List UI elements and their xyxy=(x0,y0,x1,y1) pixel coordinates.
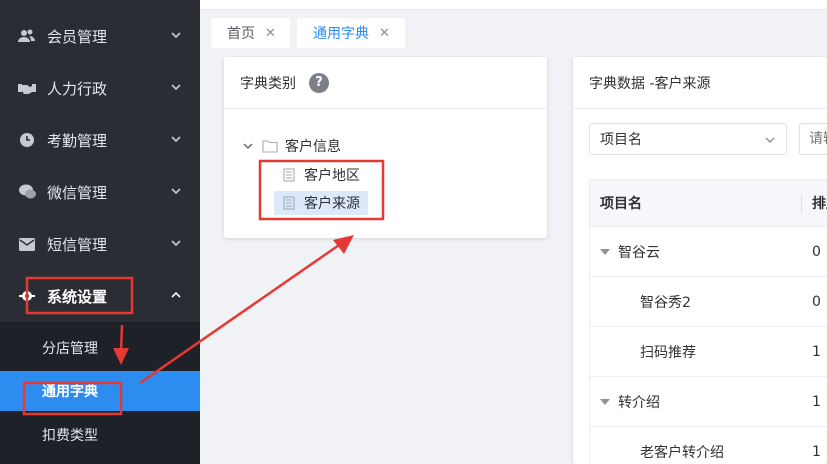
chevron-down-icon xyxy=(764,134,776,146)
dictionary-category-panel: 字典类别 ? 客户信息 客户地区 客户来源 xyxy=(224,57,547,238)
table-header: 项目名 排序 xyxy=(589,179,827,227)
sidebar-item-sms[interactable]: 短信管理 xyxy=(0,218,200,270)
system-settings-submenu: 分店管理 通用字典 扣费类型 xyxy=(0,322,200,464)
tree-node-label: 客户地区 xyxy=(304,168,360,184)
select-value: 项目名 xyxy=(600,132,642,148)
cell-order: 0 xyxy=(812,293,821,310)
gear-icon xyxy=(18,287,36,305)
tab-label: 首页 xyxy=(227,26,255,42)
sidebar-item-attendance[interactable]: 考勤管理 xyxy=(0,114,200,166)
caret-down-icon[interactable] xyxy=(600,248,610,256)
cell-name: 智谷云 xyxy=(618,244,660,261)
sidebar: 会员管理 人力行政 考勤管理 微信管理 短信管理 系统设置 分店管理 通用字典 … xyxy=(0,0,200,464)
tree-node-customer-region[interactable]: 客户地区 xyxy=(282,165,360,185)
folder-icon xyxy=(262,139,278,153)
tree-node-customer-source[interactable]: 客户来源 xyxy=(274,191,368,215)
submenu-item-general-dictionary[interactable]: 通用字典 xyxy=(0,371,200,411)
chevron-down-icon xyxy=(170,237,182,249)
cell-order: 1 xyxy=(812,393,821,410)
sidebar-item-label: 微信管理 xyxy=(47,183,108,202)
column-header-order[interactable]: 排序 xyxy=(812,193,827,213)
sidebar-item-label: 人力行政 xyxy=(47,79,108,98)
submenu-item-branch[interactable]: 分店管理 xyxy=(0,328,200,368)
chevron-down-icon xyxy=(170,185,182,197)
table-row[interactable]: 智谷秀2 0 xyxy=(589,277,827,327)
help-icon[interactable]: ? xyxy=(309,72,329,93)
column-divider xyxy=(801,194,802,214)
submenu-item-fee-type[interactable]: 扣费类型 xyxy=(0,415,200,455)
tree-node-label: 客户来源 xyxy=(304,196,360,212)
table-row[interactable]: 扫码推荐 1 xyxy=(589,327,827,377)
clock-icon xyxy=(18,131,36,149)
sidebar-item-label: 考勤管理 xyxy=(47,131,108,150)
cell-order: 0 xyxy=(812,243,821,260)
users-icon xyxy=(18,27,36,45)
sidebar-item-label: 系统设置 xyxy=(47,287,108,306)
cell-name: 扫码推荐 xyxy=(640,344,696,361)
filter-field-select[interactable]: 项目名 xyxy=(589,123,787,155)
table-row[interactable]: 智谷云 0 xyxy=(589,227,827,277)
chevron-down-icon xyxy=(170,133,182,145)
cell-order: 1 xyxy=(812,343,821,360)
cell-name: 智谷秀2 xyxy=(640,294,691,311)
sidebar-item-hr-admin[interactable]: 人力行政 xyxy=(0,62,200,114)
chevron-down-icon[interactable] xyxy=(242,140,254,152)
panel-header: 字典类别 ? xyxy=(224,57,547,109)
page-tabs: 首页 ✕ 通用字典 ✕ xyxy=(200,12,827,52)
table-row[interactable]: 转介绍 1 xyxy=(589,377,827,427)
cell-name: 转介绍 xyxy=(618,394,660,411)
close-icon[interactable]: ✕ xyxy=(265,26,276,41)
chat-bubble-icon xyxy=(18,183,36,201)
envelope-icon xyxy=(18,235,36,253)
cell-name: 老客户转介绍 xyxy=(640,444,724,461)
document-icon xyxy=(282,168,296,182)
handshake-icon xyxy=(18,79,36,97)
chevron-up-icon xyxy=(170,289,182,301)
column-header-name[interactable]: 项目名 xyxy=(600,193,642,213)
close-icon[interactable]: ✕ xyxy=(379,26,390,41)
top-bar xyxy=(200,0,827,10)
panel-title: 字典数据 -客户来源 xyxy=(589,75,711,92)
panel-title: 字典类别 xyxy=(240,75,296,92)
dictionary-data-panel: 字典数据 -客户来源 项目名 项目名 排序 智谷云 0 智谷秀2 0 扫码推荐 xyxy=(573,57,827,464)
tree-node-customer-info[interactable]: 客户信息 xyxy=(242,136,341,156)
chevron-down-icon xyxy=(170,29,182,41)
sidebar-item-members[interactable]: 会员管理 xyxy=(0,10,200,62)
search-input[interactable] xyxy=(799,123,827,155)
document-icon xyxy=(282,196,296,210)
tree-node-label: 客户信息 xyxy=(285,139,341,155)
sidebar-item-system-settings[interactable]: 系统设置 xyxy=(0,270,200,322)
sidebar-item-label: 短信管理 xyxy=(47,235,108,254)
sidebar-item-wechat[interactable]: 微信管理 xyxy=(0,166,200,218)
tab-general-dictionary[interactable]: 通用字典 ✕ xyxy=(297,18,405,48)
chevron-down-icon xyxy=(170,81,182,93)
tab-home[interactable]: 首页 ✕ xyxy=(211,18,290,48)
panel-header: 字典数据 -客户来源 xyxy=(573,57,827,109)
sidebar-item-label: 会员管理 xyxy=(47,27,108,46)
cell-order: 1 xyxy=(812,443,821,460)
caret-down-icon[interactable] xyxy=(600,398,610,406)
table-row[interactable]: 老客户转介绍 1 xyxy=(589,427,827,464)
tab-label: 通用字典 xyxy=(313,26,369,42)
